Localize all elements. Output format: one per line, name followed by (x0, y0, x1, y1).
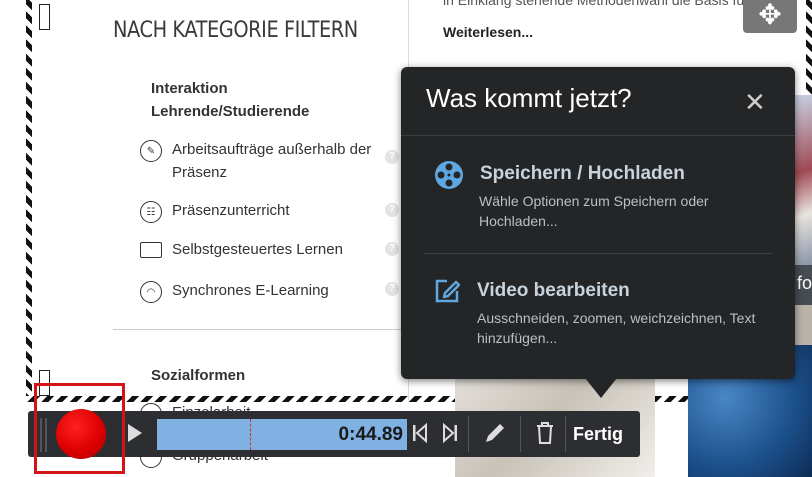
laptop-icon (140, 242, 162, 258)
article-image[interactable] (795, 95, 812, 265)
section-heading-sozialformen: Sozialformen (151, 367, 246, 384)
option-divider (423, 253, 773, 254)
help-icon[interactable]: ? (385, 150, 399, 164)
help-icon[interactable]: ? (385, 282, 399, 296)
play-icon[interactable] (128, 424, 142, 442)
filter-item-praesenzunterricht[interactable]: ☷ Präsenzunterricht (140, 199, 405, 223)
edit-doc-icon: ✎ (140, 140, 162, 162)
filter-item-label: Synchrones E-Learning (172, 282, 329, 299)
toolbar-separator (468, 416, 469, 452)
article-image (795, 305, 812, 345)
filter-item-label: Arbeitsaufträge außerhalb der Präsenz (172, 141, 372, 181)
option-description: Ausschneiden, zoomen, weichzeichnen, Tex… (477, 310, 756, 346)
record-button-highlight (34, 383, 125, 474)
filter-item-arbeitsauftraege[interactable]: ✎ Arbeitsaufträge außerhalb der Präsenz (140, 138, 405, 184)
classroom-icon: ☷ (140, 201, 162, 223)
close-icon[interactable]: ✕ (744, 89, 766, 115)
help-icon[interactable]: ? (385, 203, 399, 217)
help-icon[interactable]: ? (385, 242, 399, 256)
section-divider (113, 329, 405, 330)
next-steps-popup: Was kommt jetzt? ✕ Speichern / Hochladen… (401, 67, 795, 379)
option-title: Video bearbeiten (477, 280, 630, 301)
caption-text: fo (797, 273, 812, 293)
skip-to-end-icon[interactable] (442, 422, 458, 449)
timeline-bar[interactable]: 0:44.89 (157, 419, 407, 450)
page: NACH KATEGORIE FILTERN Interaktion Lehre… (0, 0, 812, 477)
toolbar-separator (520, 416, 521, 452)
article-excerpt: in Einklang stehende Methodenwahl die Ba… (443, 0, 765, 8)
read-more-link[interactable]: Weiterlesen... (443, 24, 533, 40)
filter-title: NACH KATEGORIE FILTERN (113, 18, 358, 43)
option-description: Wähle Optionen zum Speichern oder Hochla… (479, 193, 709, 229)
filter-item-synchron[interactable]: ◠ Synchrones E-Learning (140, 279, 405, 303)
option-title: Speichern / Hochladen (480, 163, 685, 184)
pencil-icon[interactable] (482, 420, 508, 451)
playhead-marker[interactable] (249, 419, 251, 450)
filter-item-selbstgesteuert[interactable]: Selbstgesteuertes Lernen (140, 238, 405, 261)
filter-item-label: Selbstgesteuertes Lernen (172, 241, 343, 258)
headset-icon: ◠ (140, 281, 162, 303)
skip-to-start-icon[interactable] (412, 422, 428, 449)
article-image-caption: fo (795, 265, 812, 305)
trash-icon[interactable] (534, 420, 556, 451)
popup-title: Was kommt jetzt? (426, 83, 632, 113)
time-display: 0:44.89 (338, 424, 403, 445)
resize-handle-top[interactable] (39, 4, 50, 30)
film-reel-icon (435, 161, 463, 189)
popup-header: Was kommt jetzt? ✕ (401, 67, 795, 136)
move-icon[interactable]: ✥ (743, 0, 797, 33)
section-heading-interaktion: Interaktion Lehrende/Studierende (151, 80, 310, 120)
toolbar-separator (565, 416, 566, 452)
filter-item-label: Präsenzunterricht (172, 202, 290, 219)
done-button[interactable]: Fertig (573, 424, 623, 445)
popup-pointer (585, 378, 617, 398)
capture-border-left (26, 0, 32, 400)
edit-pencil-icon (435, 279, 461, 303)
